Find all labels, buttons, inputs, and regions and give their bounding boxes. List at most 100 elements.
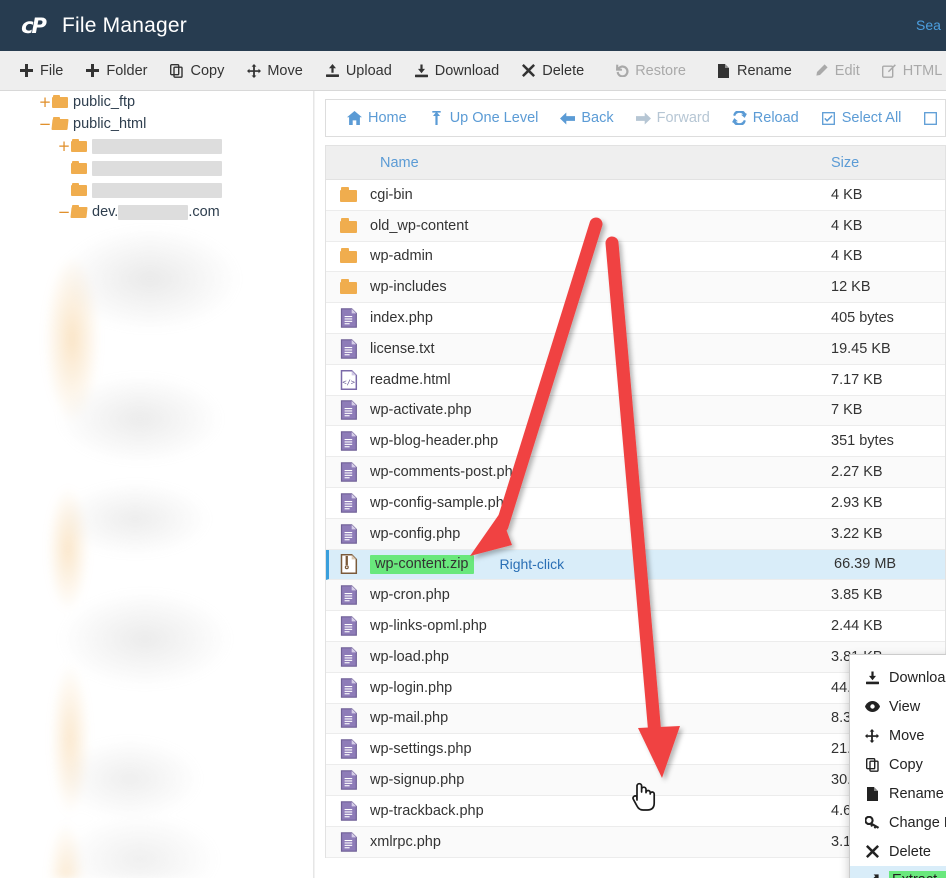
- file-icon: [864, 786, 880, 801]
- table-row[interactable]: wp-activate.php 7 KB: [326, 395, 945, 427]
- file-size-cell: 2.27 KB: [831, 464, 883, 481]
- table-row[interactable]: index.php 405 bytes: [326, 303, 945, 334]
- file-size-cell: 3.22 KB: [831, 525, 883, 542]
- context-menu-delete[interactable]: Delete: [850, 837, 946, 866]
- toolbar-item-label: Move: [267, 62, 303, 79]
- toolbar-move-button[interactable]: Move: [235, 51, 313, 90]
- file-name[interactable]: wp-settings.php: [370, 741, 472, 757]
- context-menu-item-label: Change Permissions: [889, 814, 946, 831]
- column-header-size[interactable]: Size: [831, 155, 859, 171]
- context-menu-extract[interactable]: Extract: [850, 866, 946, 878]
- table-row[interactable]: wp-comments-post.php 2.27 KB: [326, 457, 945, 488]
- table-row[interactable]: wp-links-opml.php 2.44 KB: [326, 611, 945, 642]
- php-file-icon: [340, 431, 358, 452]
- tree-node[interactable]: +: [0, 179, 315, 201]
- file-name[interactable]: old_wp-content: [370, 218, 468, 234]
- file-name[interactable]: wp-config-sample.php: [370, 495, 512, 511]
- tree-node[interactable]: +: [0, 135, 315, 157]
- file-name[interactable]: cgi-bin: [370, 187, 413, 203]
- file-name[interactable]: index.php: [370, 310, 433, 326]
- context-menu-rename[interactable]: Rename: [850, 779, 946, 808]
- table-row[interactable]: wp-content.zip Right-click 66.39 MB: [326, 549, 945, 581]
- tree-toggle-icon[interactable]: +: [38, 94, 52, 110]
- file-name[interactable]: wp-config.php: [370, 526, 460, 542]
- up-arrow-icon: [429, 111, 444, 126]
- file-name[interactable]: wp-trackback.php: [370, 803, 484, 819]
- file-name[interactable]: wp-load.php: [370, 649, 449, 665]
- toolbar-rename-button[interactable]: Rename: [705, 51, 803, 90]
- context-menu-move[interactable]: Move: [850, 721, 946, 750]
- file-name[interactable]: license.txt: [370, 341, 434, 357]
- php-file-icon: [340, 339, 358, 359]
- file-context-menu[interactable]: Download View Move Copy Rename Change Permiss…: [849, 654, 946, 878]
- table-row[interactable]: wp-admin 4 KB: [326, 241, 945, 273]
- table-row[interactable]: license.txt 19.45 KB: [326, 333, 945, 365]
- file-name[interactable]: wp-signup.php: [370, 772, 464, 788]
- tree-toggle-icon[interactable]: +: [57, 138, 71, 154]
- file-size-cell: 2.44 KB: [831, 618, 883, 635]
- nav-home-button[interactable]: Home: [336, 110, 418, 126]
- context-menu-item-label: View: [889, 698, 921, 715]
- copy-icon: [169, 63, 184, 78]
- file-name[interactable]: wp-cron.php: [370, 587, 450, 603]
- nav-reload-button[interactable]: Reload: [721, 110, 810, 126]
- file-name-cell: wp-settings.php: [326, 739, 831, 760]
- tree-toggle-icon[interactable]: +: [57, 161, 71, 176]
- context-menu-copy[interactable]: Copy: [850, 750, 946, 779]
- toolbar-folder-button[interactable]: Folder: [74, 51, 158, 90]
- file-name[interactable]: wp-includes: [370, 279, 447, 295]
- file-name-cell: wp-includes: [326, 277, 831, 297]
- context-menu-download[interactable]: Download: [850, 663, 946, 692]
- tree-toggle-icon[interactable]: −: [38, 116, 52, 132]
- folder-icon: [340, 246, 358, 266]
- table-row[interactable]: cgi-bin 4 KB: [326, 180, 945, 211]
- toolbar-item-label: Download: [434, 62, 500, 79]
- nav-select-all-button[interactable]: Select All: [810, 110, 913, 126]
- toolbar-copy-button[interactable]: Copy: [158, 51, 235, 90]
- file-size-cell: 19.45 KB: [831, 340, 891, 357]
- nav-back-button[interactable]: Back: [549, 110, 624, 126]
- toolbar-delete-button[interactable]: Delete: [510, 51, 595, 90]
- redacted-name: [92, 160, 222, 176]
- file-name-cell: cgi-bin: [326, 185, 831, 205]
- file-name[interactable]: wp-comments-post.php: [370, 464, 521, 480]
- context-menu-change-permissions[interactable]: Change Permissions: [850, 808, 946, 837]
- column-header-name[interactable]: Name: [326, 155, 831, 171]
- toolbar-upload-button[interactable]: Upload: [314, 51, 403, 90]
- file-name[interactable]: wp-login.php: [370, 680, 452, 696]
- file-name[interactable]: wp-mail.php: [370, 710, 448, 726]
- tree-node[interactable]: +: [0, 157, 315, 179]
- table-row[interactable]: wp-includes 12 KB: [326, 272, 945, 304]
- file-name[interactable]: wp-links-opml.php: [370, 618, 487, 634]
- nav-un-button[interactable]: Un: [912, 110, 945, 126]
- eye-icon: [864, 701, 880, 712]
- file-name[interactable]: xmlrpc.php: [370, 834, 441, 850]
- toolbar-file-button[interactable]: File: [8, 51, 74, 90]
- nav-up-one-level-button[interactable]: Up One Level: [418, 110, 550, 126]
- file-name[interactable]: wp-content.zip: [370, 554, 474, 574]
- php-file-icon: [340, 770, 358, 790]
- file-name[interactable]: wp-blog-header.php: [370, 433, 498, 449]
- file-name[interactable]: wp-activate.php: [370, 402, 472, 418]
- file-name[interactable]: readme.html: [370, 372, 451, 388]
- context-menu-item-label: Extract: [889, 871, 946, 878]
- table-row[interactable]: </> readme.html 7.17 KB: [326, 364, 945, 396]
- context-menu-view[interactable]: View: [850, 692, 946, 721]
- toolbar-download-button[interactable]: Download: [403, 51, 511, 90]
- table-row[interactable]: wp-blog-header.php 351 bytes: [326, 426, 945, 458]
- file-name[interactable]: wp-admin: [370, 248, 433, 264]
- redacted-name: [92, 138, 222, 154]
- tree-toggle-icon[interactable]: +: [57, 183, 71, 198]
- php-file-icon: [340, 523, 358, 544]
- directory-tree-sidebar[interactable]: +public_ftp−public_html + + + −dev..com: [0, 91, 315, 878]
- table-row[interactable]: wp-cron.php 3.85 KB: [326, 580, 945, 612]
- header-search-label[interactable]: Sea: [916, 17, 946, 33]
- toolbar-item-label: Edit: [834, 62, 860, 79]
- table-row[interactable]: wp-config.php 3.22 KB: [326, 518, 945, 550]
- tree-node[interactable]: − dev. .com: [0, 201, 315, 223]
- table-row[interactable]: old_wp-content 4 KB: [326, 210, 945, 242]
- tree-node[interactable]: − public_html: [0, 113, 315, 135]
- tree-toggle-icon[interactable]: −: [57, 204, 71, 220]
- tree-node[interactable]: + public_ftp: [0, 91, 315, 113]
- table-row[interactable]: wp-config-sample.php 2.93 KB: [326, 487, 945, 519]
